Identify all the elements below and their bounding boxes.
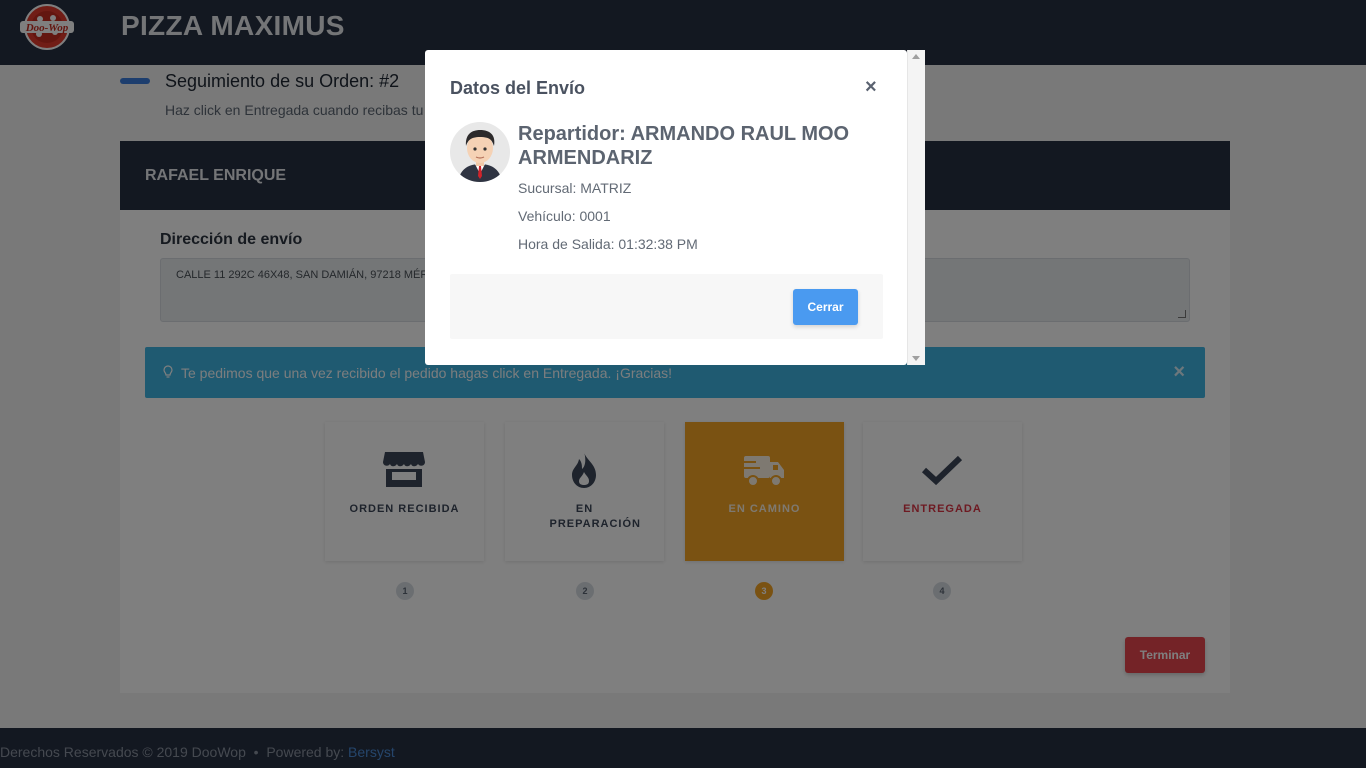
modal-close-icon[interactable]: × [865,76,877,99]
avatar-icon [450,122,510,182]
vehicle-info: Vehículo: 0001 [518,208,611,224]
modal-title: Datos del Envío [450,78,586,98]
branch-info: Sucursal: MATRIZ [518,180,632,196]
driver-avatar [450,122,510,182]
close-button[interactable]: Cerrar [793,289,858,325]
departure-time: Hora de Salida: 01:32:38 PM [518,236,698,252]
shipping-modal: Datos del Envío × Repartidor: ARMANDO RA… [425,50,907,365]
scroll-up-icon[interactable] [912,54,920,59]
modal-scrollbar[interactable] [907,50,925,365]
modal-footer: Cerrar [450,274,883,339]
driver-name: Repartidor: ARMANDO RAUL MOO ARMENDARIZ [518,123,850,169]
scroll-down-icon[interactable] [912,356,920,361]
